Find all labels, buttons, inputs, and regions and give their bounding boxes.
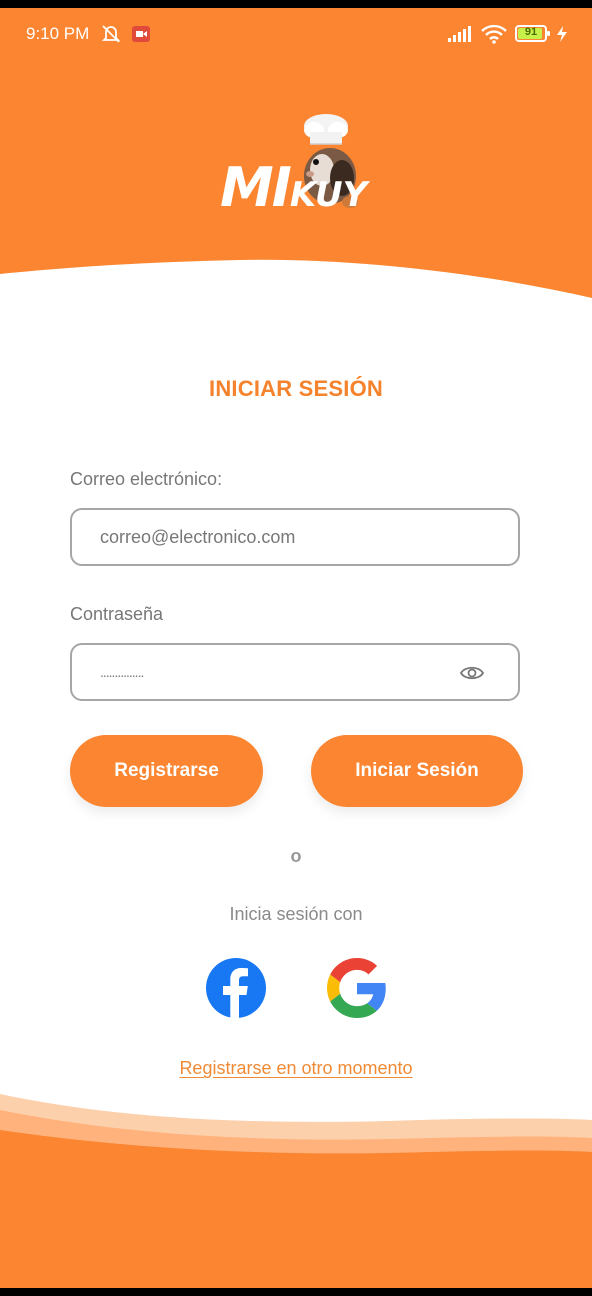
register-button[interactable]: Registrarse <box>70 735 263 807</box>
register-later-link-wrap: Registrarse en otro momento <box>0 1058 592 1079</box>
eye-icon[interactable] <box>460 663 484 683</box>
email-field[interactable] <box>70 508 520 566</box>
footer-background <box>0 1094 592 1288</box>
app-logo: MIKUY <box>214 112 384 222</box>
charging-icon <box>557 26 567 42</box>
status-time: 9:10 PM <box>26 24 90 43</box>
status-bar: 9:10 PM 91 <box>0 14 592 54</box>
login-button[interactable]: Iniciar Sesión <box>311 735 523 807</box>
email-label: Correo electrónico: <box>70 469 223 489</box>
wifi-icon <box>481 24 507 44</box>
camera-icon <box>132 26 150 42</box>
login-screen: 9:10 PM 91 MIKUY INICIAR SESIÓN Correo e… <box>0 0 592 1296</box>
social-login-label: Inicia sesión con <box>229 904 363 924</box>
register-later-link[interactable]: Registrarse en otro momento <box>179 1058 412 1078</box>
password-field[interactable] <box>70 643 520 701</box>
page-title: INICIAR SESIÓN <box>209 376 383 401</box>
google-icon[interactable] <box>327 958 387 1018</box>
or-separator: o <box>290 846 302 866</box>
email-input[interactable] <box>100 510 460 564</box>
battery-level: 91 <box>524 26 538 38</box>
battery-icon: 91 <box>515 25 550 42</box>
password-input[interactable] <box>100 645 460 699</box>
mute-icon <box>101 25 121 43</box>
signal-icon <box>448 26 471 42</box>
logo-text: MIKUY <box>220 156 368 219</box>
facebook-icon[interactable] <box>206 958 266 1018</box>
password-label: Contraseña <box>70 604 164 624</box>
